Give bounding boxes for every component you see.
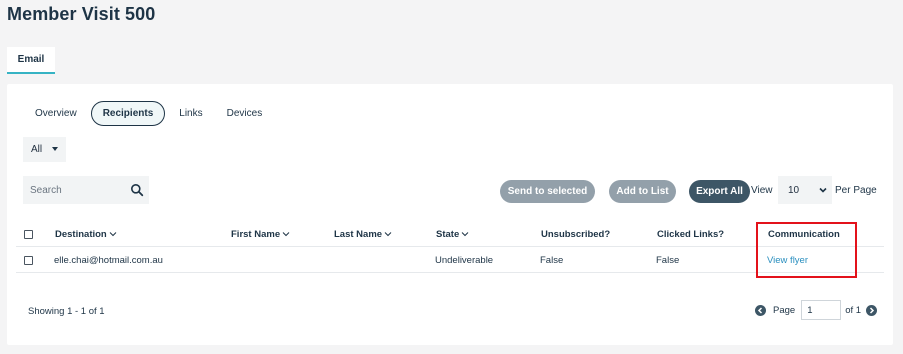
sort-chevron-icon (109, 232, 117, 237)
page-total: of 1 (845, 304, 862, 316)
column-destination[interactable]: Destination (55, 221, 117, 247)
column-clicked-links[interactable]: Clicked Links? (657, 221, 724, 247)
cell-clicked-links: False (656, 254, 680, 266)
sort-chevron-icon (384, 232, 392, 237)
recipients-table: Destination First Name Last Name State U… (16, 221, 884, 273)
cell-state: Undeliverable (435, 254, 494, 266)
tab-recipients[interactable]: Recipients (90, 101, 166, 126)
row-checkbox[interactable] (24, 255, 33, 265)
next-page-button[interactable] (866, 304, 878, 316)
column-last-name-label: Last Name (334, 228, 383, 240)
pagination: Page of 1 (755, 296, 878, 324)
tab-links[interactable]: Links (167, 101, 214, 126)
chevron-right-icon (870, 306, 875, 314)
filter-dropdown-value: All (31, 144, 43, 155)
search-box (23, 176, 149, 204)
per-page-value: 10 (788, 184, 800, 196)
page-title: Member Visit 500 (7, 4, 156, 24)
table-header-row: Destination First Name Last Name State U… (16, 221, 884, 247)
column-first-name[interactable]: First Name (231, 221, 290, 247)
tab-devices[interactable]: Devices (215, 101, 275, 126)
caret-down-icon (52, 147, 58, 151)
chevron-down-icon (819, 187, 827, 193)
search-input[interactable] (30, 184, 125, 196)
sort-chevron-icon (461, 232, 469, 237)
previous-page-button[interactable] (755, 304, 766, 316)
view-label: View (751, 185, 773, 196)
table-row: elle.chai@hotmail.com.au Undeliverable F… (16, 247, 884, 273)
tab-email[interactable]: Email (7, 47, 55, 74)
sort-chevron-icon (282, 232, 290, 237)
export-all-button[interactable]: Export All (689, 180, 750, 203)
search-icon[interactable] (130, 183, 144, 197)
column-last-name[interactable]: Last Name (334, 221, 392, 247)
column-first-name-label: First Name (231, 228, 281, 240)
send-to-selected-button[interactable]: Send to selected (500, 180, 595, 203)
chevron-left-icon (757, 306, 763, 314)
add-to-list-button[interactable]: Add to List (609, 180, 676, 203)
cell-unsubscribed: False (540, 254, 564, 266)
highlight-annotation-box (756, 222, 857, 278)
select-all-checkbox[interactable] (24, 229, 33, 239)
tab-overview[interactable]: Overview (23, 101, 89, 126)
per-page-select[interactable]: 10 (778, 176, 832, 204)
per-page-label: Per Page (835, 185, 877, 196)
showing-count: Showing 1 - 1 of 1 (28, 306, 105, 317)
column-state-label: State (436, 228, 460, 240)
column-state[interactable]: State (436, 221, 469, 247)
page-number-input[interactable] (801, 300, 842, 320)
column-unsubscribed[interactable]: Unsubscribed? (541, 221, 610, 247)
cell-destination: elle.chai@hotmail.com.au (54, 254, 163, 266)
sub-tabs: Overview Recipients Links Devices (23, 101, 274, 126)
page-label: Page (773, 304, 796, 316)
filter-dropdown[interactable]: All (23, 137, 66, 162)
column-destination-label: Destination (55, 228, 107, 240)
